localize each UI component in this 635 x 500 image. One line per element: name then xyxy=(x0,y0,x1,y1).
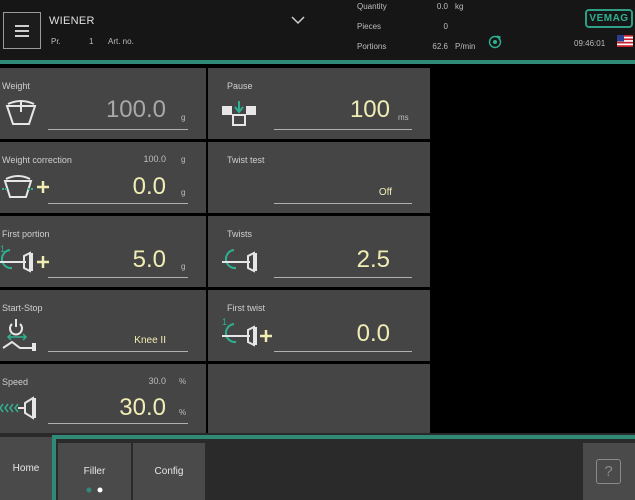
first-portion-cell[interactable]: First portion 1 5.0 g xyxy=(0,216,206,287)
twist-test-value: Off xyxy=(378,187,392,198)
header-accent-line xyxy=(0,60,635,64)
pause-label: Pause xyxy=(227,81,253,91)
first-portion-underline xyxy=(48,277,188,278)
weight-underline xyxy=(48,129,188,130)
tab-filler-label: Filler xyxy=(83,466,106,477)
clock: 09:46:01 xyxy=(574,39,606,48)
help-icon: ? xyxy=(596,459,621,484)
speed-set-unit: % xyxy=(179,377,187,386)
pause-unit: ms xyxy=(398,113,409,122)
product-name[interactable]: WIENER xyxy=(49,15,95,27)
first-twist-underline xyxy=(274,351,412,352)
first-twist-cell[interactable]: First twist 1 0.0 xyxy=(208,290,430,361)
tab-frame-top xyxy=(52,435,635,439)
weight-correction-set-value: 100.0 xyxy=(143,154,166,164)
twist-test-label: Twist test xyxy=(227,155,265,165)
program-number: 1 xyxy=(89,37,94,46)
weight-value: 100.0 xyxy=(105,96,166,123)
first-twist-value: 0.0 xyxy=(356,320,390,347)
program-label: Pr. xyxy=(51,37,61,46)
help-button[interactable]: ? xyxy=(583,443,635,500)
first-portion-icon: 1 xyxy=(0,244,49,273)
pause-value: 100 xyxy=(349,96,390,123)
first-portion-label: First portion xyxy=(2,229,50,239)
tab-config-label: Config xyxy=(154,466,184,477)
menu-button[interactable] xyxy=(3,12,41,49)
weight-correction-cell[interactable]: Weight correction 100.0 g 0.0 g xyxy=(0,142,206,213)
scale-weight-icon xyxy=(5,100,37,125)
page-indicator-dots xyxy=(86,487,103,493)
first-portion-unit: g xyxy=(181,262,186,271)
first-twist-icon: 1 xyxy=(222,317,272,347)
twists-cell[interactable]: Twists 2.5 xyxy=(208,216,430,287)
brand-logo: VEMAG xyxy=(585,9,633,28)
speed-label: Speed xyxy=(2,377,29,387)
twists-value: 2.5 xyxy=(356,246,390,273)
weight-correction-value: 0.0 xyxy=(132,173,166,200)
hamburger-icon xyxy=(15,24,29,37)
pause-portions-icon xyxy=(222,101,256,126)
weight-unit: g xyxy=(181,113,186,122)
first-portion-value: 5.0 xyxy=(132,246,166,273)
speed-cell[interactable]: Speed 30.0 % 30.0 % xyxy=(0,364,206,433)
portions-unit: P/min xyxy=(455,42,476,51)
pause-underline xyxy=(274,129,412,130)
header-bar xyxy=(0,0,635,60)
start-stop-value: Knee II xyxy=(134,335,166,346)
start-stop-label: Start-Stop xyxy=(2,303,43,313)
first-twist-label: First twist xyxy=(227,303,265,313)
weight-correction-set-unit: g xyxy=(181,155,186,164)
svg-text:1: 1 xyxy=(222,317,227,327)
speed-underline xyxy=(48,423,188,424)
twists-underline xyxy=(274,277,412,278)
twist-icon xyxy=(222,249,257,273)
home-button[interactable]: Home xyxy=(0,437,52,500)
article-label: Art. no. xyxy=(108,37,134,46)
speed-set-value: 30.0 xyxy=(148,376,166,386)
start-stop-underline xyxy=(48,351,188,352)
tab-config[interactable]: Config xyxy=(133,443,205,500)
filling-speed-icon xyxy=(0,396,36,420)
pieces-value: 0 xyxy=(443,22,448,31)
pieces-label: Pieces xyxy=(357,22,382,31)
twist-test-underline xyxy=(274,203,412,204)
weight-correction-icon xyxy=(2,175,49,198)
empty-cell xyxy=(208,364,430,433)
quantity-unit: kg xyxy=(455,2,464,11)
twist-test-cell[interactable]: Twist test Off xyxy=(208,142,430,213)
quantity-value: 0.0 xyxy=(436,2,448,11)
us-flag-icon[interactable] xyxy=(617,35,633,47)
twists-label: Twists xyxy=(227,229,253,239)
speed-value: 30.0 xyxy=(119,394,166,421)
pause-cell[interactable]: Pause 100 ms xyxy=(208,68,430,139)
chevron-down-icon[interactable] xyxy=(290,14,306,26)
weight-correction-underline xyxy=(48,203,188,204)
portions-label: Portions xyxy=(357,42,387,51)
weight-correction-label: Weight correction xyxy=(2,155,72,165)
weight-cell[interactable]: Weight 100.0 g xyxy=(0,68,206,139)
quantity-label: Quantity xyxy=(357,2,387,11)
reset-counter-icon[interactable] xyxy=(488,35,502,49)
weight-label: Weight xyxy=(2,81,30,91)
knee-switch-icon xyxy=(2,319,36,351)
weight-correction-unit: g xyxy=(181,188,186,197)
tab-frame-left xyxy=(52,435,56,500)
portions-value: 62.6 xyxy=(432,42,448,51)
start-stop-cell[interactable]: Start-Stop Knee II xyxy=(0,290,206,361)
speed-unit: % xyxy=(179,408,187,417)
